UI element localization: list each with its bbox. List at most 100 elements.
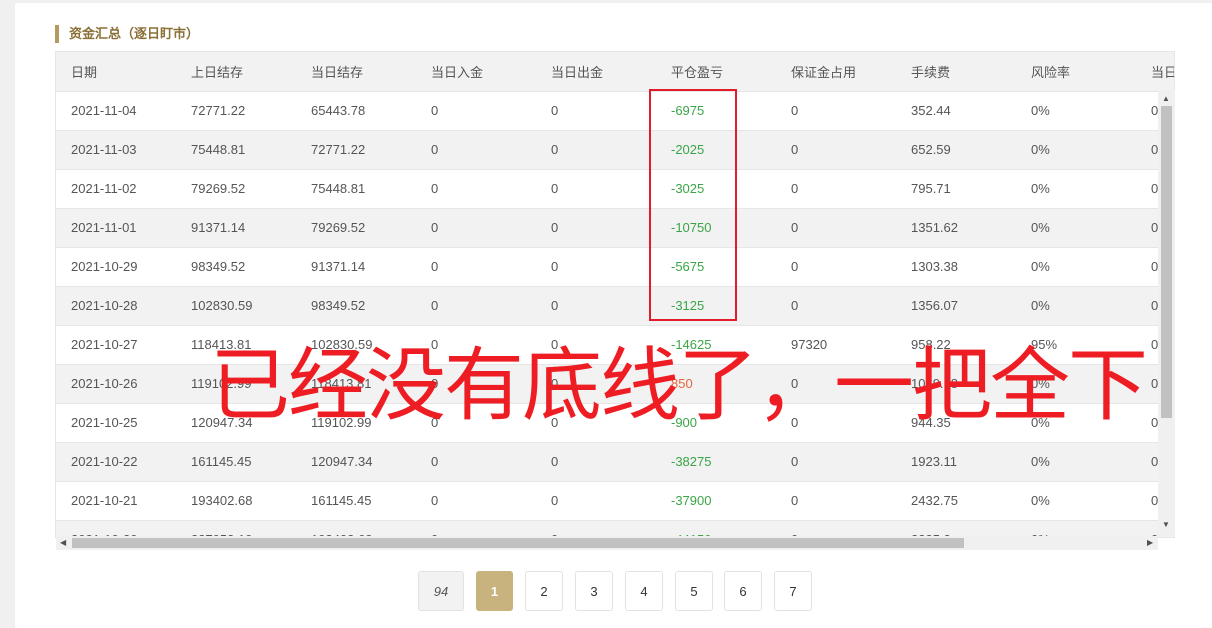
table-body: 2021-11-04 72771.22 65443.78 0 0 -6975 0 352.44… <box>56 91 1174 537</box>
table-cell: 0% <box>1016 481 1136 521</box>
table-cell: 72771.22 <box>296 130 416 170</box>
table-cell: 0% <box>1016 442 1136 482</box>
table-cell: 2021-10-29 <box>56 247 176 287</box>
fund-summary-table-container[interactable]: 日期 上日结存 当日结存 当日入金 当日出金 平仓盈亏 保证金占用 手续费 风险率 当日 2021… <box>55 51 1175 538</box>
table-cell: 0 <box>776 442 896 482</box>
table-cell: 0% <box>1016 208 1136 248</box>
table-cell: 0 <box>776 130 896 170</box>
table-cell: 1351.62 <box>896 208 1016 248</box>
table-cell: 2021-10-22 <box>56 442 176 482</box>
table-cell: 0 <box>536 481 656 521</box>
page-button-3[interactable]: 3 <box>575 571 613 611</box>
table-cell: 120947.34 <box>296 442 416 482</box>
table-cell: 75448.81 <box>176 130 296 170</box>
table-cell: 652.59 <box>896 130 1016 170</box>
table-cell: 0 <box>536 130 656 170</box>
table-cell: 98349.52 <box>296 286 416 326</box>
table-cell: 2021-11-04 <box>56 91 176 131</box>
table-cell: 0 <box>416 91 536 131</box>
table-row[interactable]: 2021-11-02 79269.52 75448.81 0 0 -3025 0 795.71… <box>56 169 1174 209</box>
table-row[interactable]: 2021-11-03 75448.81 72771.22 0 0 -2025 0 652.59… <box>56 130 1174 170</box>
table-cell: 91371.14 <box>176 208 296 248</box>
column-header: 当日 <box>1136 52 1174 92</box>
scroll-right-arrow-icon[interactable]: ▶ <box>1147 536 1153 550</box>
table-cell: 0 <box>416 481 536 521</box>
table-cell: 65443.78 <box>296 91 416 131</box>
scroll-left-arrow-icon[interactable]: ◀ <box>60 536 66 550</box>
table-cell: 0 <box>416 130 536 170</box>
column-header: 手续费 <box>896 52 1016 92</box>
table-cell: -38275 <box>656 442 776 482</box>
vertical-scrollbar[interactable]: ▲ ▼ <box>1158 90 1175 536</box>
table-cell: 2021-11-01 <box>56 208 176 248</box>
table-cell: 0 <box>776 91 896 131</box>
page-button-5[interactable]: 5 <box>675 571 713 611</box>
vertical-scroll-thumb[interactable] <box>1161 106 1172 418</box>
page-button-7[interactable]: 7 <box>774 571 812 611</box>
table-cell: 0 <box>776 286 896 326</box>
table-cell: 0 <box>776 169 896 209</box>
table-cell: 795.71 <box>896 169 1016 209</box>
table-row[interactable]: 2021-10-21 193402.68 161145.45 0 0 -37900 0 243… <box>56 481 1174 521</box>
horizontal-scrollbar[interactable]: ◀ ▶ <box>56 536 1158 550</box>
page-button-6[interactable]: 6 <box>724 571 762 611</box>
column-header: 风险率 <box>1016 52 1136 92</box>
table-cell: 0 <box>536 442 656 482</box>
column-header: 当日结存 <box>296 52 416 92</box>
table-cell: 0% <box>1016 130 1136 170</box>
table-row[interactable]: 2021-11-01 91371.14 79269.52 0 0 -10750 0 1351.… <box>56 208 1174 248</box>
table-cell: 2021-10-28 <box>56 286 176 326</box>
table-cell: 0% <box>1016 247 1136 287</box>
table-row[interactable]: 2021-11-04 72771.22 65443.78 0 0 -6975 0 352.44… <box>56 91 1174 131</box>
fund-summary-table: 日期 上日结存 当日结存 当日入金 当日出金 平仓盈亏 保证金占用 手续费 风险率 当日 2021… <box>56 52 1174 537</box>
table-cell: 79269.52 <box>176 169 296 209</box>
table-cell: 2021-11-02 <box>56 169 176 209</box>
table-cell: 0 <box>416 208 536 248</box>
table-cell: 0 <box>536 208 656 248</box>
table-row[interactable]: 2021-10-29 98349.52 91371.14 0 0 -5675 0 1303.3… <box>56 247 1174 287</box>
table-row[interactable]: 2021-10-28 102830.59 98349.52 0 0 -3125 0 1356.… <box>56 286 1174 326</box>
table-cell: 72771.22 <box>176 91 296 131</box>
table-cell: 161145.45 <box>176 442 296 482</box>
table-cell: 0% <box>1016 169 1136 209</box>
table-header-row: 日期 上日结存 当日结存 当日入金 当日出金 平仓盈亏 保证金占用 手续费 风险率 当日 <box>56 52 1174 92</box>
table-cell: 0 <box>776 208 896 248</box>
table-cell: 102830.59 <box>176 286 296 326</box>
table-cell: 0 <box>536 169 656 209</box>
pnl-highlight-box <box>649 89 737 321</box>
table-cell: 2432.75 <box>896 481 1016 521</box>
table-cell: 2021-10-25 <box>56 403 176 443</box>
scroll-down-arrow-icon[interactable]: ▼ <box>1162 520 1170 529</box>
column-header: 日期 <box>56 52 176 92</box>
page-button-1[interactable]: 1 <box>476 571 513 611</box>
table-cell: 1303.38 <box>896 247 1016 287</box>
table-cell: 79269.52 <box>296 208 416 248</box>
table-cell: 0 <box>416 247 536 287</box>
pagination-total-count: 94 <box>418 571 464 611</box>
column-header: 当日入金 <box>416 52 536 92</box>
page-button-2[interactable]: 2 <box>525 571 563 611</box>
horizontal-scroll-thumb[interactable] <box>72 538 964 548</box>
table-cell: 352.44 <box>896 91 1016 131</box>
table-cell: 0 <box>776 481 896 521</box>
table-cell: 1923.11 <box>896 442 1016 482</box>
column-header: 保证金占用 <box>776 52 896 92</box>
pagination: 94 1 2 3 4 5 6 7 <box>0 571 1212 613</box>
table-cell: 0 <box>416 169 536 209</box>
table-cell: -37900 <box>656 481 776 521</box>
scroll-up-arrow-icon[interactable]: ▲ <box>1162 94 1170 103</box>
table-cell: 2021-10-21 <box>56 481 176 521</box>
table-cell: 0 <box>536 247 656 287</box>
table-row[interactable]: 2021-10-22 161145.45 120947.34 0 0 -38275 0 192… <box>56 442 1174 482</box>
column-header: 上日结存 <box>176 52 296 92</box>
table-cell: 0 <box>536 286 656 326</box>
page-button-4[interactable]: 4 <box>625 571 663 611</box>
table-cell: 0 <box>536 91 656 131</box>
table-cell: 161145.45 <box>296 481 416 521</box>
table-cell: 0% <box>1016 286 1136 326</box>
table-cell: 0% <box>1016 91 1136 131</box>
table-cell: 0 <box>416 286 536 326</box>
table-cell: 98349.52 <box>176 247 296 287</box>
section-title: 资金汇总（逐日盯市） <box>55 25 199 43</box>
column-header: 平仓盈亏 <box>656 52 776 92</box>
